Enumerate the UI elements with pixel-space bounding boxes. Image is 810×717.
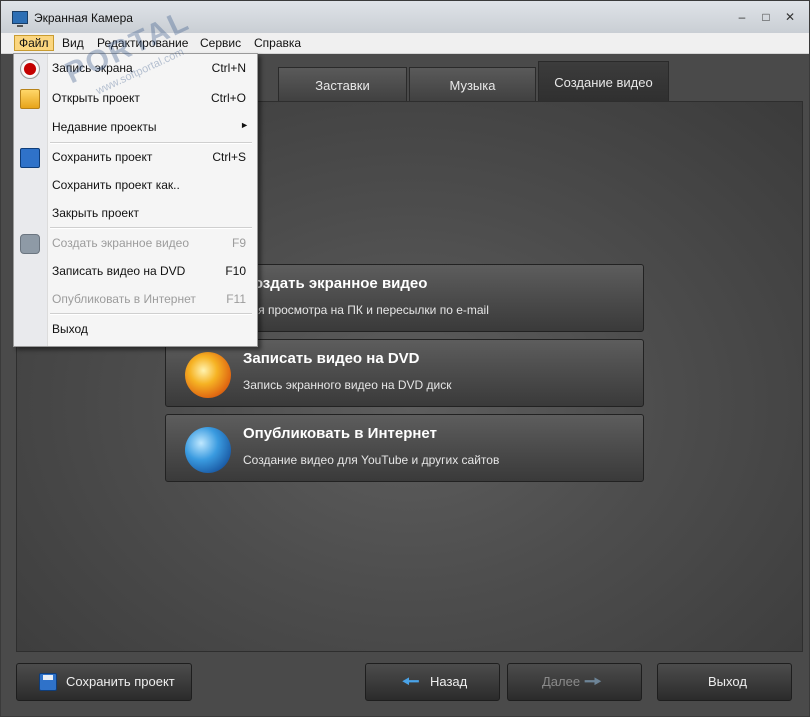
back-button[interactable]: 🠔 Назад — [365, 663, 500, 701]
action-title: Записать видео на DVD — [243, 350, 420, 367]
tab-intros[interactable]: Заставки — [278, 67, 407, 103]
menu-item-label: Сохранить проект — [52, 150, 153, 164]
floppy-icon — [20, 148, 40, 168]
menu-item-label: Создать экранное видео — [52, 236, 190, 250]
menu-item-burn-dvd[interactable]: Записать видео на DVD F10 — [14, 260, 257, 284]
submenu-arrow-icon: ► — [240, 120, 249, 130]
action-subtitle: Создание видео для YouTube и других сайт… — [243, 453, 500, 467]
close-button[interactable]: ✕ — [781, 9, 799, 25]
menu-item-shortcut: F11 — [226, 292, 246, 306]
action-subtitle: Для просмотра на ПК и пересылки по e-mai… — [243, 303, 489, 317]
camera-icon — [20, 234, 40, 254]
action-subtitle: Запись экранного видео на DVD диск — [243, 378, 452, 392]
menu-separator — [50, 313, 252, 315]
arrow-left-icon: 🠔 — [402, 671, 420, 693]
folder-icon — [20, 89, 40, 109]
exit-label: Выход — [708, 674, 747, 689]
menu-separator — [50, 227, 252, 229]
menu-item-save-project[interactable]: Сохранить проект Ctrl+S — [14, 146, 257, 170]
back-label: Назад — [430, 674, 468, 689]
maximize-button[interactable]: □ — [757, 9, 775, 25]
next-label: Далее — [542, 674, 581, 689]
menu-item-create-screen-video[interactable]: Создать экранное видео F9 — [14, 232, 257, 256]
menu-item-shortcut: F10 — [225, 264, 246, 278]
menu-item-close-project[interactable]: Закрыть проект — [14, 202, 257, 226]
dvd-flame-icon — [185, 352, 231, 398]
menu-item-label: Выход — [52, 322, 88, 336]
minimize-button[interactable]: – — [733, 9, 751, 25]
menu-item-recent-projects[interactable]: Недавние проекты ► — [14, 116, 257, 140]
tab-create-video[interactable]: Создание видео — [538, 61, 669, 103]
menu-item-shortcut: F9 — [231, 236, 246, 250]
menu-item-shortcut: Ctrl+O — [210, 91, 246, 105]
menu-item-publish-internet[interactable]: Опубликовать в Интернет F11 — [14, 288, 257, 312]
window-title: Экранная Камера — [34, 11, 133, 25]
tab-music[interactable]: Музыка — [409, 67, 536, 103]
save-project-label: Сохранить проект — [66, 674, 175, 689]
menu-item-label: Недавние проекты — [52, 120, 157, 134]
action-title: Создать экранное видео — [243, 275, 428, 292]
next-button[interactable]: Далее 🠖 — [507, 663, 642, 701]
menu-item-shortcut: Ctrl+S — [212, 150, 246, 164]
exit-button[interactable]: Выход — [657, 663, 792, 701]
publish-internet-button[interactable]: Опубликовать в Интернет Создание видео д… — [165, 414, 644, 482]
arrow-right-icon: 🠖 — [584, 671, 602, 693]
menu-item-record-screen[interactable]: Запись экрана Ctrl+N — [14, 57, 257, 81]
menu-view[interactable]: Вид — [58, 35, 88, 51]
menu-item-label: Опубликовать в Интернет — [52, 292, 196, 306]
menu-item-label: Сохранить проект как.. — [52, 178, 180, 192]
record-icon — [20, 59, 40, 79]
menu-item-label: Записать видео на DVD — [52, 264, 186, 278]
globe-icon — [185, 427, 231, 473]
menu-item-label: Закрыть проект — [52, 206, 139, 220]
menu-bar: Файл Вид Редактирование Сервис Справка — [1, 33, 809, 54]
menu-separator — [50, 142, 252, 144]
menu-item-exit[interactable]: Выход — [14, 318, 257, 342]
menu-service[interactable]: Сервис — [196, 35, 245, 51]
app-window: Экранная Камера – □ ✕ Файл Вид Редактиро… — [0, 0, 810, 717]
action-title: Опубликовать в Интернет — [243, 425, 437, 442]
menu-file[interactable]: Файл — [14, 35, 54, 51]
save-project-button[interactable]: Сохранить проект — [16, 663, 192, 701]
burn-dvd-button[interactable]: Записать видео на DVD Запись экранного в… — [165, 339, 644, 407]
file-menu-dropdown: Запись экрана Ctrl+N Открыть проект Ctrl… — [13, 53, 258, 347]
menu-item-shortcut: Ctrl+N — [211, 61, 246, 75]
title-bar: Экранная Камера – □ ✕ — [1, 1, 809, 33]
menu-help[interactable]: Справка — [250, 35, 305, 51]
app-monitor-icon — [12, 11, 28, 27]
menu-edit[interactable]: Редактирование — [93, 35, 192, 51]
menu-item-label: Запись экрана — [52, 61, 133, 75]
menu-item-save-project-as[interactable]: Сохранить проект как.. — [14, 174, 257, 198]
floppy-icon — [39, 673, 57, 691]
menu-item-label: Открыть проект — [52, 91, 140, 105]
menu-item-open-project[interactable]: Открыть проект Ctrl+O — [14, 87, 257, 111]
